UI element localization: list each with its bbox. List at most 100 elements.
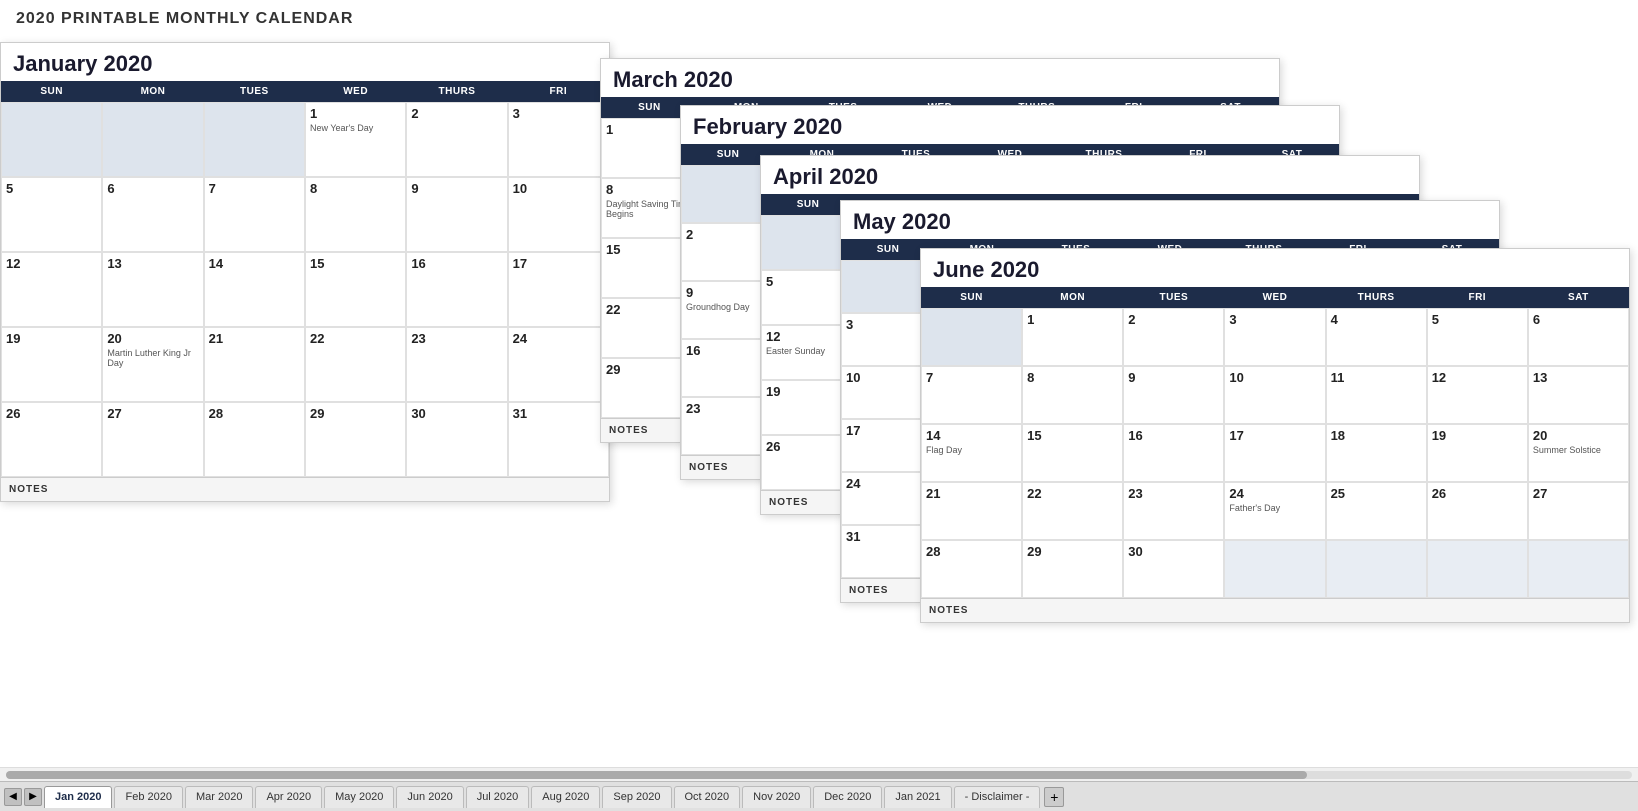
- table-row: 15: [305, 252, 406, 327]
- tab-aug-2020[interactable]: Aug 2020: [531, 786, 600, 808]
- tab-feb-2020[interactable]: Feb 2020: [114, 786, 182, 808]
- june-notes: NOTES: [921, 598, 1629, 622]
- tab-disclaimer[interactable]: - Disclaimer -: [954, 786, 1041, 808]
- table-row: 24Father's Day: [1224, 482, 1325, 540]
- jan-header-wed: WED: [305, 81, 406, 102]
- table-row: 18: [1326, 424, 1427, 482]
- tab-nav-prev[interactable]: ◀: [4, 788, 22, 806]
- june-header: SUN MON TUES WED THURS FRI SAT: [921, 287, 1629, 308]
- table-row: [204, 102, 305, 177]
- jan-header-thu: THURS: [406, 81, 507, 102]
- scrollbar-track[interactable]: [6, 771, 1632, 779]
- jan-header-tue: TUES: [204, 81, 305, 102]
- february-title: February 2020: [681, 106, 1339, 144]
- tab-apr-2020[interactable]: Apr 2020: [255, 786, 322, 808]
- march-title: March 2020: [601, 59, 1279, 97]
- calendar-january: January 2020 SUN MON TUES WED THURS FRI …: [0, 42, 610, 502]
- table-row: 25: [1326, 482, 1427, 540]
- january-notes: NOTES: [1, 477, 609, 501]
- scrollbar-thumb[interactable]: [6, 771, 1307, 779]
- table-row: 24: [508, 327, 609, 402]
- table-row: 10: [1224, 366, 1325, 424]
- table-row: 7: [921, 366, 1022, 424]
- table-row: 23: [1123, 482, 1224, 540]
- jan-header-sun: SUN: [1, 81, 102, 102]
- table-row: 28: [204, 402, 305, 477]
- table-row: 7: [204, 177, 305, 252]
- table-row: [1326, 540, 1427, 598]
- table-row: 29: [1022, 540, 1123, 598]
- tab-jul-2020[interactable]: Jul 2020: [466, 786, 530, 808]
- table-row: 28: [921, 540, 1022, 598]
- june-title: June 2020: [921, 249, 1629, 287]
- table-row: 19: [1, 327, 102, 402]
- main-container: 2020 PRINTABLE MONTHLY CALENDAR January …: [0, 0, 1638, 811]
- table-row: 17: [1224, 424, 1325, 482]
- may-title: May 2020: [841, 201, 1499, 239]
- table-row: 15: [1022, 424, 1123, 482]
- table-row: 12: [1, 252, 102, 327]
- tab-jan-2020[interactable]: Jan 2020: [44, 786, 112, 808]
- january-title: January 2020: [1, 43, 609, 81]
- tab-sep-2020[interactable]: Sep 2020: [602, 786, 671, 808]
- table-row: 12: [1427, 366, 1528, 424]
- table-row: 9: [1123, 366, 1224, 424]
- table-row: 20Martin Luther King Jr Day: [102, 327, 203, 402]
- tab-nov-2020[interactable]: Nov 2020: [742, 786, 811, 808]
- table-row: 17: [508, 252, 609, 327]
- table-row: 1: [1022, 308, 1123, 366]
- table-row: 19: [1427, 424, 1528, 482]
- table-row: 9: [406, 177, 507, 252]
- table-row: 5: [1, 177, 102, 252]
- table-row: [1, 102, 102, 177]
- table-row: 27: [1528, 482, 1629, 540]
- table-row: 16: [1123, 424, 1224, 482]
- table-row: 5: [1427, 308, 1528, 366]
- tab-bar: ◀ ▶ Jan 2020 Feb 2020 Mar 2020 Apr 2020 …: [0, 781, 1638, 811]
- table-row: 22: [1022, 482, 1123, 540]
- table-row: 2: [1123, 308, 1224, 366]
- tab-jan-2021[interactable]: Jan 2021: [884, 786, 951, 808]
- tab-jun-2020[interactable]: Jun 2020: [396, 786, 463, 808]
- table-row: 13: [102, 252, 203, 327]
- tab-add-button[interactable]: +: [1044, 787, 1064, 807]
- calendar-june: June 2020 SUN MON TUES WED THURS FRI SAT…: [920, 248, 1630, 623]
- table-row: 14Flag Day: [921, 424, 1022, 482]
- table-row: 3: [508, 102, 609, 177]
- table-row: [921, 308, 1022, 366]
- table-row: 27: [102, 402, 203, 477]
- table-row: 6: [102, 177, 203, 252]
- april-title: April 2020: [761, 156, 1419, 194]
- table-row: 16: [406, 252, 507, 327]
- tab-may-2020[interactable]: May 2020: [324, 786, 394, 808]
- jan-header-fri: FRI: [508, 81, 609, 102]
- table-row: 11: [1326, 366, 1427, 424]
- table-row: 4: [1326, 308, 1427, 366]
- tab-mar-2020[interactable]: Mar 2020: [185, 786, 253, 808]
- table-row: 3: [1224, 308, 1325, 366]
- table-row: 21: [204, 327, 305, 402]
- table-row: 22: [305, 327, 406, 402]
- page-title: 2020 PRINTABLE MONTHLY CALENDAR: [0, 0, 1638, 32]
- jan-header-mon: MON: [102, 81, 203, 102]
- table-row: 6: [1528, 308, 1629, 366]
- table-row: 30: [1123, 540, 1224, 598]
- tab-oct-2020[interactable]: Oct 2020: [674, 786, 741, 808]
- table-row: [1528, 540, 1629, 598]
- june-grid: 1 2 3 4 5 6 7 8 9 10 11 12 13 14Flag Day…: [921, 308, 1629, 598]
- january-header: SUN MON TUES WED THURS FRI: [1, 81, 609, 102]
- table-row: 8: [305, 177, 406, 252]
- tab-dec-2020[interactable]: Dec 2020: [813, 786, 882, 808]
- tab-nav-next[interactable]: ▶: [24, 788, 42, 806]
- table-row: 14: [204, 252, 305, 327]
- table-row: 21: [921, 482, 1022, 540]
- table-row: 30: [406, 402, 507, 477]
- table-row: 2: [406, 102, 507, 177]
- table-row: 8: [1022, 366, 1123, 424]
- table-row: [1224, 540, 1325, 598]
- table-row: 10: [508, 177, 609, 252]
- horizontal-scrollbar[interactable]: [0, 767, 1638, 781]
- table-row: 20Summer Solstice: [1528, 424, 1629, 482]
- table-row: [1427, 540, 1528, 598]
- table-row: 29: [305, 402, 406, 477]
